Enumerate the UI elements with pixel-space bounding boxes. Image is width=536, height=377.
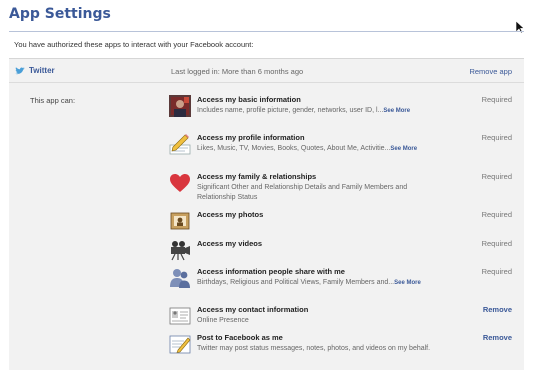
profile-photo-icon: [169, 95, 191, 117]
permission-description: Significant Other and Relationship Detai…: [197, 184, 408, 201]
permission-row: Access my basic information Includes nam…: [169, 95, 524, 129]
see-more-link[interactable]: See More: [383, 108, 410, 114]
last-login-text: Last logged in: More than 6 months ago: [171, 67, 304, 76]
intro-text: You have authorized these apps to intera…: [14, 40, 254, 49]
remove-permission-link[interactable]: Remove: [483, 333, 512, 342]
permission-title: Access my profile information: [197, 133, 305, 142]
heart-icon: [170, 174, 190, 192]
permission-title: Access my photos: [197, 210, 264, 219]
post-note-icon: [169, 335, 191, 354]
permission-status: Required: [481, 239, 512, 248]
people-icon: [170, 269, 190, 288]
panel-divider: [9, 82, 524, 83]
pencil-profile-icon: [169, 134, 191, 155]
remove-permission-link[interactable]: Remove: [483, 305, 512, 314]
app-name: Twitter: [29, 66, 55, 75]
permission-title: Post to Facebook as me: [197, 333, 283, 342]
app-panel: Twitter Last logged in: More than 6 mont…: [9, 58, 524, 370]
permission-status: Required: [481, 133, 512, 142]
permission-row: Access information people share with me …: [169, 267, 524, 301]
permission-status: Required: [481, 267, 512, 276]
contact-card-icon: [169, 307, 191, 325]
permission-title: Access information people share with me: [197, 267, 345, 276]
permission-row: Access my family & relationships Signifi…: [169, 172, 524, 206]
see-more-link[interactable]: See More: [394, 280, 421, 286]
photo-icon: [170, 212, 190, 230]
see-more-link[interactable]: See More: [390, 146, 417, 152]
permission-description: Likes, Music, TV, Movies, Books, Quotes,…: [197, 145, 418, 152]
permission-row: Post to Facebook as me Twitter may post …: [169, 333, 524, 367]
permission-description: Twitter may post status messages, notes,…: [197, 345, 431, 352]
permission-status: Required: [481, 95, 512, 104]
permission-title: Access my family & relationships: [197, 172, 317, 181]
remove-app-link[interactable]: Remove app: [469, 67, 512, 76]
app-name-link[interactable]: Twitter: [15, 66, 55, 75]
twitter-bird-icon: [15, 66, 25, 74]
panel-top-border: [9, 58, 524, 59]
title-divider: [9, 31, 524, 32]
page-title: App Settings: [9, 6, 111, 22]
video-camera-icon: [171, 241, 190, 261]
permissions-label: This app can:: [30, 96, 76, 105]
permission-status: Required: [481, 172, 512, 181]
permission-description: Birthdays, Religious and Political Views…: [197, 279, 421, 286]
permission-status: Required: [481, 210, 512, 219]
permission-description: Includes name, profile picture, gender, …: [197, 107, 411, 114]
permission-title: Access my contact information: [197, 305, 309, 314]
permission-row: Access my profile information Likes, Mus…: [169, 133, 524, 167]
permission-title: Access my basic information: [197, 95, 301, 104]
permission-title: Access my videos: [197, 239, 263, 248]
permission-description: Online Presence: [197, 317, 249, 324]
